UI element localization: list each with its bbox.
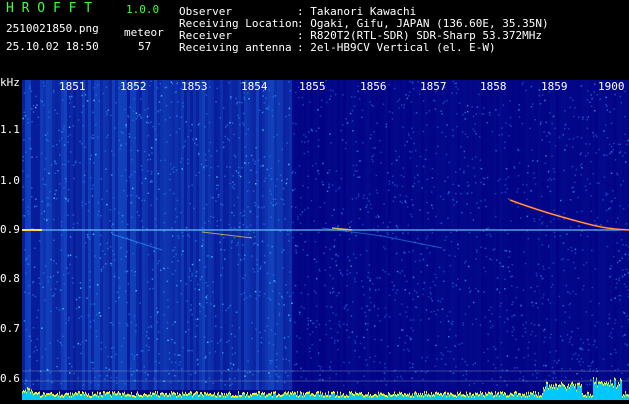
- x-tick-label: 1852: [120, 80, 147, 93]
- x-tick-label: 1854: [241, 80, 268, 93]
- x-tick-label: 1853: [181, 80, 208, 93]
- y-tick-label: 1.0: [0, 174, 20, 187]
- x-tick-label: 1859: [541, 80, 568, 93]
- y-tick-label: 0.7: [0, 322, 20, 335]
- spectrogram-plot: [22, 80, 629, 400]
- spectrogram: [22, 80, 629, 400]
- y-tick-label: 0.8: [0, 272, 20, 285]
- counter-label: meteor: [124, 26, 164, 39]
- x-tick-label: 1855: [299, 80, 326, 93]
- x-tick-label: 1900: [598, 80, 625, 93]
- app-version: 1.0.0: [126, 3, 159, 16]
- y-tick-label: 0.6: [0, 372, 20, 385]
- x-tick-label: 1857: [420, 80, 447, 93]
- x-tick-label: 1851: [59, 80, 86, 93]
- y-tick-label: 1.1: [0, 123, 20, 136]
- counter-value: 57: [138, 40, 151, 53]
- y-axis-unit: kHz: [0, 76, 20, 89]
- antenna-label: Receiving antenna: [179, 41, 292, 54]
- antenna-value: : 2el-HB9CV Vertical (el. E-W): [297, 41, 496, 54]
- y-tick-label: 0.9: [0, 223, 20, 236]
- date-time: 25.10.02 18:50: [6, 40, 99, 53]
- x-tick-label: 1858: [480, 80, 507, 93]
- app-name: H R O F F T: [6, 2, 92, 15]
- file-name: 2510021850.png: [6, 22, 99, 35]
- x-tick-label: 1856: [360, 80, 387, 93]
